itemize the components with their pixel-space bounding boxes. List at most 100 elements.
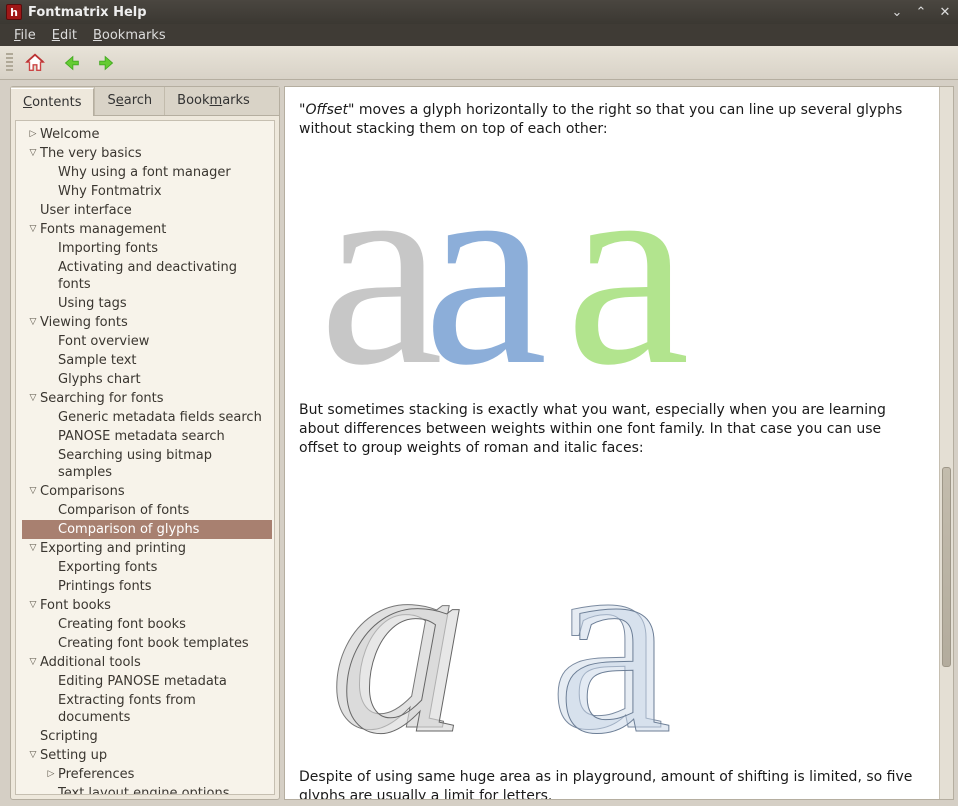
chevron-down-icon[interactable]: ▽ (26, 747, 40, 764)
tree-item-label: Fonts management (40, 221, 166, 238)
tree-item[interactable]: ▷Welcome (22, 125, 272, 144)
tree-item-label: Comparison of fonts (58, 502, 189, 519)
tab-bookmarks[interactable]: Bookmarks (164, 87, 262, 115)
tree-item[interactable]: User interface (22, 201, 272, 220)
content-area: "Offset" moves a glyph horizontally to t… (284, 86, 954, 800)
tree-item[interactable]: Using tags (22, 294, 272, 313)
maximize-button[interactable]: ⌃ (914, 5, 928, 19)
tree-item-label: Importing fonts (58, 240, 158, 257)
tree-item[interactable]: Exporting fonts (22, 558, 272, 577)
tree-item-label: Extracting fonts from documents (58, 692, 270, 726)
close-button[interactable]: ✕ (938, 5, 952, 19)
home-button[interactable] (21, 49, 49, 77)
tree-item[interactable]: ▽Font books (22, 596, 272, 615)
tree-item[interactable]: ▽Exporting and printing (22, 539, 272, 558)
tree-item[interactable]: ▽Viewing fonts (22, 313, 272, 332)
titlebar: h Fontmatrix Help ⌄ ⌃ ✕ (0, 0, 958, 24)
app-icon: h (6, 4, 22, 20)
tree-item[interactable]: ▷Preferences (22, 765, 272, 784)
tree-item[interactable]: Extracting fonts from documents (22, 691, 272, 727)
glyph-stack-roman: a a (549, 482, 749, 742)
tree-item[interactable]: Searching using bitmap samples (22, 446, 272, 482)
tree-item-label: Viewing fonts (40, 314, 128, 331)
tree-item-label: Text layout engine options (58, 785, 229, 795)
tree-item[interactable]: Comparison of fonts (22, 501, 272, 520)
tree-item[interactable]: ▽Setting up (22, 746, 272, 765)
tree-item-label: Printings fonts (58, 578, 152, 595)
minimize-button[interactable]: ⌄ (890, 5, 904, 19)
tree-item[interactable]: ▽Comparisons (22, 482, 272, 501)
tree-item-label: Creating font books (58, 616, 186, 633)
tree-item[interactable]: Generic metadata fields search (22, 408, 272, 427)
tree-item-label: Additional tools (40, 654, 141, 671)
tree-item[interactable]: Sample text (22, 351, 272, 370)
forward-button[interactable] (93, 49, 121, 77)
tree-item[interactable]: ▽Searching for fonts (22, 389, 272, 408)
menu-edit[interactable]: Edit (46, 26, 83, 45)
chevron-down-icon[interactable]: ▽ (26, 221, 40, 238)
chevron-down-icon[interactable]: ▽ (26, 654, 40, 671)
tree-item-label: The very basics (40, 145, 142, 162)
chevron-down-icon[interactable]: ▽ (26, 314, 40, 331)
tree-item-label: Using tags (58, 295, 127, 312)
tree-item[interactable]: Importing fonts (22, 239, 272, 258)
chevron-down-icon[interactable]: ▽ (26, 597, 40, 614)
tabs: Contents Search Bookmarks (11, 87, 279, 116)
tree-item[interactable]: Creating font book templates (22, 634, 272, 653)
menu-file[interactable]: File (8, 26, 42, 45)
tab-search[interactable]: Search (94, 87, 164, 115)
window-title: Fontmatrix Help (28, 5, 147, 20)
toolbar-grip[interactable] (6, 53, 13, 73)
tree-item-label: User interface (40, 202, 132, 219)
glyph-row-stacked: a a a a (329, 482, 917, 742)
menu-bookmarks[interactable]: Bookmarks (87, 26, 172, 45)
glyph-a-blue: a (423, 159, 547, 377)
toolbar (0, 46, 958, 80)
tree-item-label: Font books (40, 597, 111, 614)
tree-item[interactable]: Why using a font manager (22, 163, 272, 182)
window-controls: ⌄ ⌃ ✕ (890, 5, 952, 19)
tree-item-label: PANOSE metadata search (58, 428, 225, 445)
tree-item-label: Preferences (58, 766, 134, 783)
tree-item-label: Searching for fonts (40, 390, 164, 407)
tree-item[interactable]: ▽The very basics (22, 144, 272, 163)
tree-item-label: Generic metadata fields search (58, 409, 262, 426)
tree-item[interactable]: Why Fontmatrix (22, 182, 272, 201)
tree-item[interactable]: Text layout engine options (22, 784, 272, 795)
content-tree[interactable]: ▷Welcome▽The very basicsWhy using a font… (15, 120, 275, 795)
tree-item-label: Editing PANOSE metadata (58, 673, 227, 690)
back-button[interactable] (57, 49, 85, 77)
tree-item[interactable]: Font overview (22, 332, 272, 351)
help-page[interactable]: "Offset" moves a glyph horizontally to t… (285, 87, 939, 799)
tree-item-label: Creating font book templates (58, 635, 249, 652)
tree-item[interactable]: Creating font books (22, 615, 272, 634)
chevron-down-icon[interactable]: ▽ (26, 145, 40, 162)
scrollbar-thumb[interactable] (942, 467, 951, 667)
tree-item[interactable]: Activating and deactivating fonts (22, 258, 272, 294)
tree-item-label: Scripting (40, 728, 98, 745)
menubar: File Edit Bookmarks (0, 24, 958, 46)
chevron-down-icon[interactable]: ▽ (26, 483, 40, 500)
tree-item[interactable]: Comparison of glyphs (22, 520, 272, 539)
tree-item[interactable]: Editing PANOSE metadata (22, 672, 272, 691)
tree-item[interactable]: ▽Additional tools (22, 653, 272, 672)
chevron-right-icon[interactable]: ▷ (44, 766, 58, 783)
content-scrollbar[interactable] (939, 87, 953, 799)
arrow-left-icon (60, 52, 82, 74)
chevron-right-icon[interactable]: ▷ (26, 126, 40, 143)
tree-item[interactable]: ▽Fonts management (22, 220, 272, 239)
chevron-down-icon[interactable]: ▽ (26, 390, 40, 407)
tree-item-label: Exporting and printing (40, 540, 186, 557)
tree-item-label: Searching using bitmap samples (58, 447, 270, 481)
tab-contents[interactable]: Contents (11, 88, 94, 116)
tree-item[interactable]: PANOSE metadata search (22, 427, 272, 446)
home-icon (24, 52, 46, 74)
tree-item[interactable]: Glyphs chart (22, 370, 272, 389)
glyph-row-offset: a a a (319, 159, 917, 377)
chevron-down-icon[interactable]: ▽ (26, 540, 40, 557)
tree-item[interactable]: Scripting (22, 727, 272, 746)
tree-item[interactable]: Printings fonts (22, 577, 272, 596)
glyph-stack-italic: a a (329, 482, 529, 742)
workspace: Contents Search Bookmarks ▷Welcome▽The v… (0, 80, 958, 806)
paragraph-stacking: But sometimes stacking is exactly what y… (299, 401, 917, 458)
